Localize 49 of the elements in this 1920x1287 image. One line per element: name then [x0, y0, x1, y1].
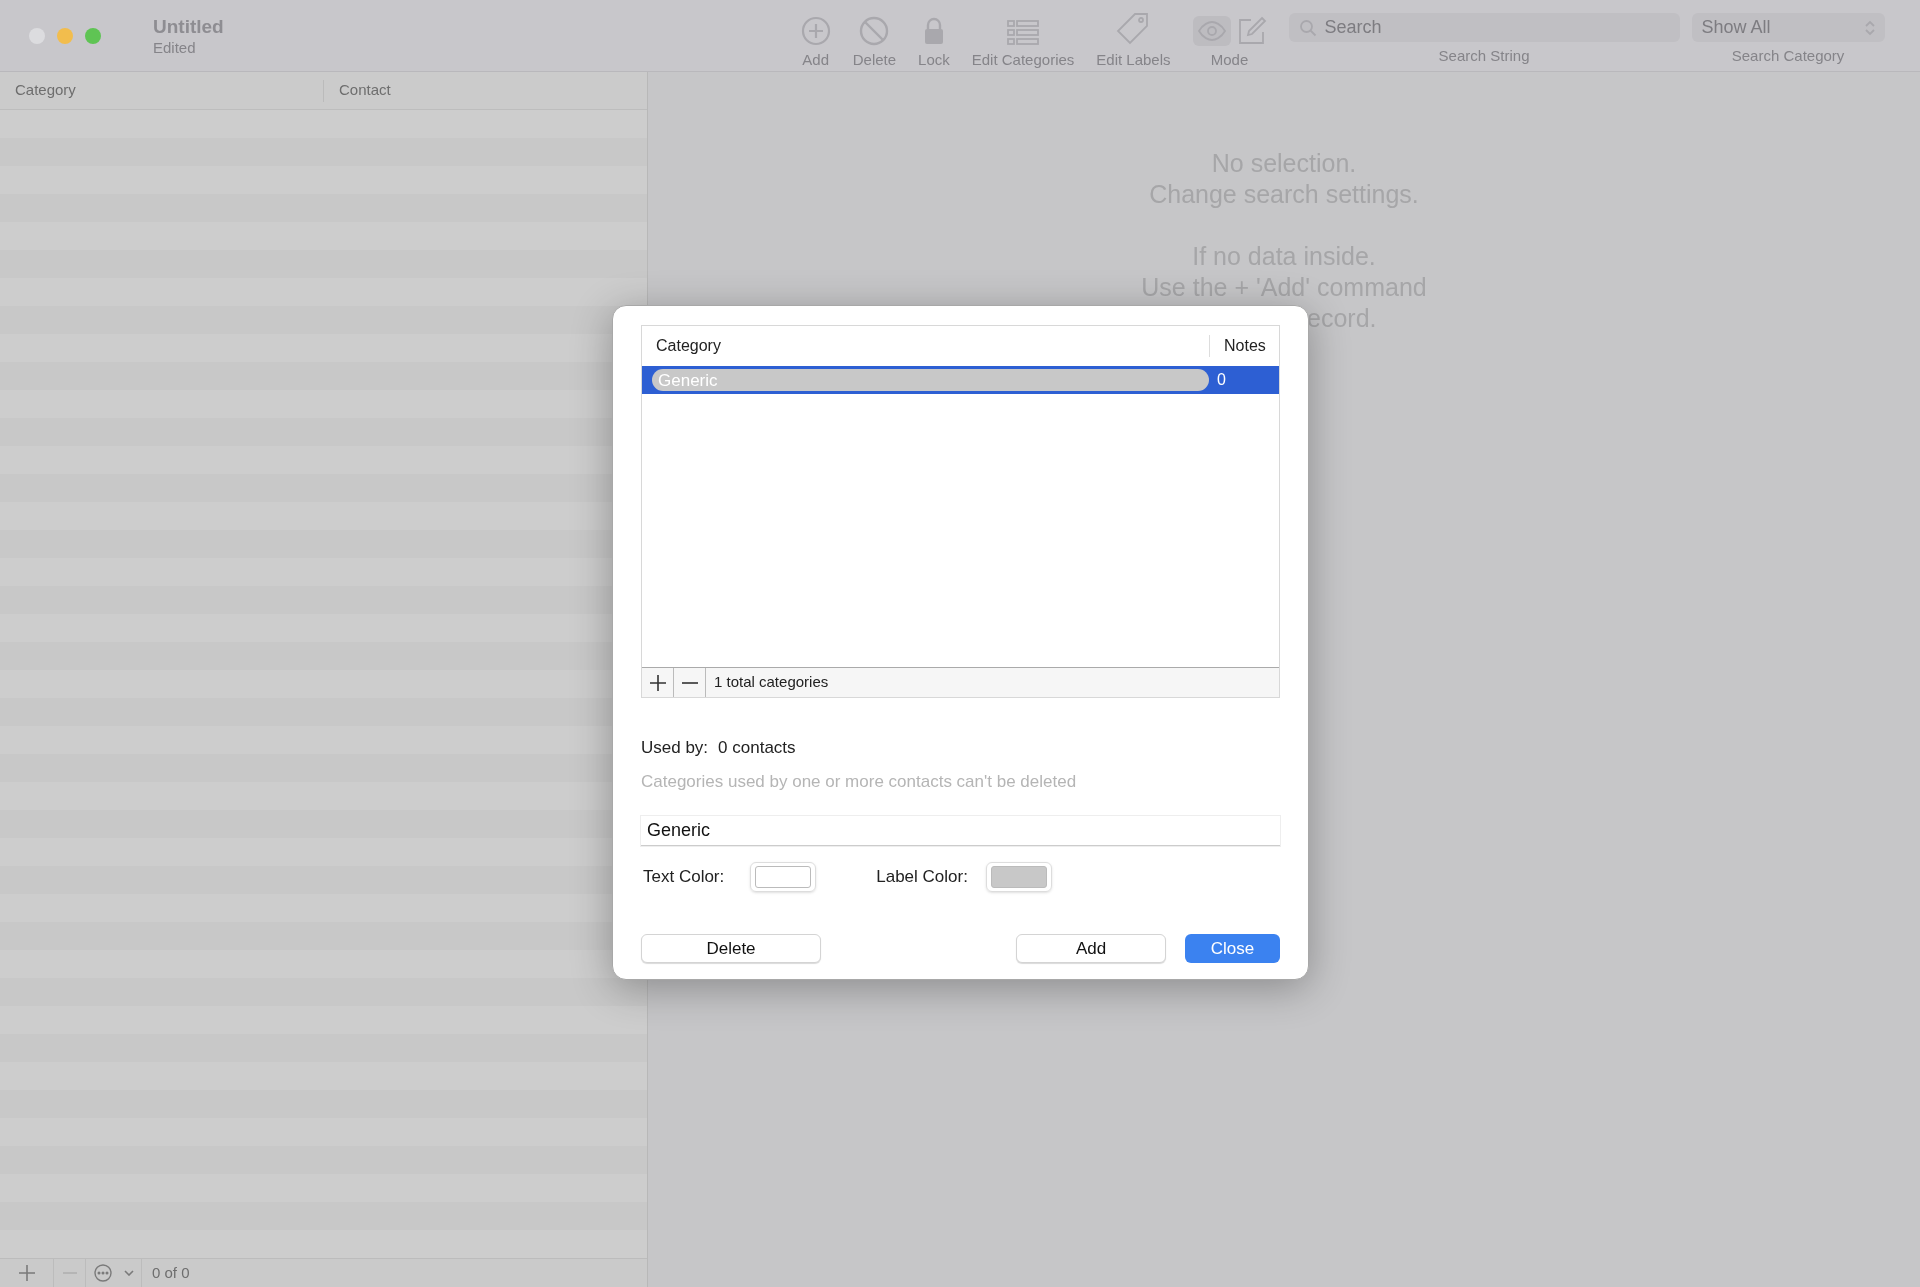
column-header[interactable]: Category	[0, 79, 324, 102]
table-cell-text: 0	[1217, 370, 1227, 390]
search-input[interactable]: Search	[1324, 14, 1645, 41]
chevron-down-icon	[123, 1270, 134, 1276]
pencil-icon	[1236, 16, 1267, 46]
category-count: 1 total categories	[713, 672, 829, 693]
toolbar-label: Search Category	[1731, 48, 1845, 63]
column-header[interactable]: Category	[642, 334, 1209, 358]
toolbar-label: Add	[802, 52, 830, 67]
toolbar-label: Search String	[1438, 48, 1530, 63]
lock-icon	[922, 16, 945, 46]
dialog-button[interactable]: Delete	[641, 934, 821, 963]
label-color-label: Label Color:	[875, 866, 968, 889]
toolbar-label: Mode	[1210, 52, 1249, 67]
eye-icon	[1192, 16, 1231, 46]
column-header[interactable]: Notes	[1209, 335, 1279, 357]
text-color-label: Text Color:	[642, 866, 725, 889]
used-by-label: Used by:	[641, 737, 709, 759]
zoom-button[interactable]	[85, 28, 101, 44]
list-icon	[1007, 20, 1040, 46]
search-field[interactable]: Search	[1288, 13, 1680, 42]
ellipsis-circle-icon	[93, 1264, 112, 1282]
toolbar-button[interactable]: Add	[798, 13, 833, 67]
dialog-button[interactable]: Add	[1016, 934, 1166, 963]
plus-circle-icon	[800, 16, 831, 46]
category-popup[interactable]: Show All	[1691, 13, 1885, 42]
column-header[interactable]: Contact	[324, 79, 647, 102]
used-by-value: 0 contacts	[718, 737, 796, 759]
toolbar-button[interactable]: Edit Labels	[1094, 13, 1173, 67]
toolbar-label: Delete	[852, 52, 897, 67]
toolbar-button[interactable]: Mode	[1190, 13, 1269, 67]
dialog-button[interactable]: Close	[1185, 934, 1280, 963]
plus-icon	[18, 1265, 35, 1281]
toolbar-label: Lock	[918, 52, 950, 67]
tag-icon	[1116, 12, 1151, 46]
window-title: Untitled	[153, 15, 224, 39]
record-count: 0 of 0	[151, 1262, 190, 1283]
hint-text: Categories used by one or more contacts can't be deleted	[641, 770, 1078, 793]
toolbar-button[interactable]: Delete	[850, 13, 899, 67]
toolbar-button[interactable]: Lock	[916, 13, 952, 67]
minus-icon	[681, 681, 698, 684]
prohibited-icon	[859, 16, 890, 46]
name-field[interactable]: Generic	[641, 816, 1280, 846]
toolbar-button[interactable]: Edit Categories	[969, 13, 1077, 67]
window-subtitle: Edited	[153, 38, 197, 58]
minimize-button[interactable]	[57, 28, 73, 44]
toolbar-label: Edit Categories	[971, 52, 1075, 67]
toolbar-label: Edit Labels	[1096, 52, 1171, 67]
plus-icon	[649, 674, 666, 691]
